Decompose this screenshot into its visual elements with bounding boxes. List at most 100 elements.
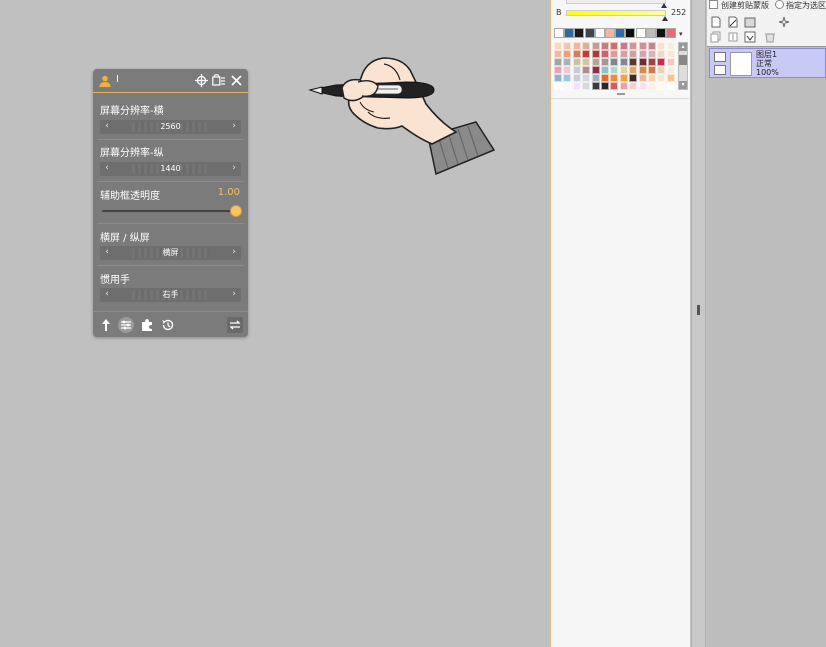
pencil-icon[interactable] (714, 65, 726, 75)
palette-swatch[interactable] (610, 82, 619, 90)
palette-swatch[interactable] (666, 50, 675, 58)
panel-resize-grip[interactable] (617, 93, 625, 95)
close-icon[interactable] (230, 74, 243, 87)
palette-swatch[interactable] (601, 74, 609, 82)
decrease-button[interactable]: ‹ (100, 246, 114, 260)
palette-swatch[interactable] (638, 74, 647, 82)
palette-swatch[interactable] (591, 50, 600, 58)
palette-swatch[interactable] (666, 74, 675, 82)
palette-swatch[interactable] (601, 58, 609, 66)
history-swatch[interactable] (615, 28, 626, 38)
palette-swatch[interactable] (572, 58, 581, 66)
palette-swatch[interactable] (648, 42, 656, 50)
select-area-radio[interactable] (775, 0, 784, 9)
merge-down-icon[interactable] (744, 31, 756, 43)
palette-swatch[interactable] (619, 42, 628, 50)
palette-swatch[interactable] (563, 66, 572, 74)
new-vector-icon[interactable] (727, 16, 739, 28)
scroll-up-button[interactable]: ▴ (679, 43, 687, 51)
palette-swatch[interactable] (666, 66, 675, 74)
palette-swatch[interactable] (572, 50, 581, 58)
crosshair-icon[interactable] (195, 74, 208, 87)
palette-scrollbar[interactable]: ▴ ▾ (678, 42, 688, 90)
increase-button[interactable]: › (227, 120, 241, 134)
panel-splitter[interactable] (691, 0, 706, 647)
palette-swatch[interactable] (638, 42, 647, 50)
palette-swatch[interactable] (638, 50, 647, 58)
history-swatch[interactable] (554, 28, 564, 38)
scroll-down-button[interactable]: ▾ (679, 81, 687, 89)
decrease-button[interactable]: ‹ (100, 120, 114, 134)
palette-swatch[interactable] (582, 58, 591, 66)
palette-swatch[interactable] (554, 74, 562, 82)
palette-swatch[interactable] (619, 58, 628, 66)
palette-swatch[interactable] (648, 58, 656, 66)
layer-effect-icon[interactable] (778, 16, 790, 28)
palette-swatch[interactable] (629, 82, 638, 90)
copy-layer-icon[interactable] (710, 31, 722, 43)
palette-swatch[interactable] (657, 82, 666, 90)
palette-swatch[interactable] (554, 58, 562, 66)
palette-swatch[interactable] (619, 74, 628, 82)
palette-swatch[interactable] (554, 42, 562, 50)
palette-swatch[interactable] (563, 74, 572, 82)
palette-swatch[interactable] (601, 66, 609, 74)
palette-swatch[interactable] (591, 74, 600, 82)
palette-swatch[interactable] (619, 82, 628, 90)
palette-swatch[interactable] (591, 42, 600, 50)
saturation-slider-marker[interactable] (661, 3, 667, 8)
palette-swatch[interactable] (666, 82, 675, 90)
increase-button[interactable]: › (227, 162, 241, 176)
palette-swatch[interactable] (610, 50, 619, 58)
palette-swatch[interactable] (601, 42, 609, 50)
palette-swatch[interactable] (610, 42, 619, 50)
palette-swatch[interactable] (638, 58, 647, 66)
palette-swatch[interactable] (629, 66, 638, 74)
delete-icon[interactable] (764, 31, 776, 43)
palette-swatch[interactable] (582, 74, 591, 82)
palette-swatch[interactable] (572, 74, 581, 82)
palette-swatch[interactable] (610, 66, 619, 74)
palette-swatch[interactable] (582, 50, 591, 58)
palette-swatch[interactable] (610, 58, 619, 66)
palette-swatch[interactable] (582, 66, 591, 74)
palette-swatch[interactable] (657, 74, 666, 82)
palette-swatch[interactable] (666, 58, 675, 66)
history-swatch[interactable] (656, 28, 666, 38)
merge-icon[interactable] (727, 31, 739, 43)
pointer-icon[interactable] (98, 317, 114, 333)
palette-swatch[interactable] (591, 66, 600, 74)
history-swatch[interactable] (625, 28, 636, 38)
history-swatch[interactable] (645, 28, 656, 38)
palette-swatch[interactable] (572, 42, 581, 50)
palette-swatch[interactable] (563, 42, 572, 50)
history-icon[interactable] (160, 317, 176, 333)
layer-row[interactable]: 图层1 正常 100% (709, 48, 826, 78)
palette-swatch[interactable] (554, 66, 562, 74)
palette-swatch[interactable] (629, 42, 638, 50)
palette-swatch[interactable] (591, 82, 600, 90)
palette-swatch[interactable] (619, 66, 628, 74)
history-dropdown-button[interactable]: ▾ (679, 30, 683, 38)
palette-swatch[interactable] (572, 82, 581, 90)
clip-mask-checkbox[interactable] (709, 0, 718, 9)
scroll-thumb[interactable] (679, 55, 687, 65)
palette-swatch[interactable] (648, 66, 656, 74)
palette-swatch[interactable] (657, 50, 666, 58)
eye-icon[interactable] (714, 52, 726, 62)
opacity-slider-knob[interactable] (230, 205, 242, 217)
history-swatch[interactable] (594, 28, 605, 38)
palette-swatch[interactable] (648, 74, 656, 82)
window-list-icon[interactable] (212, 74, 225, 87)
palette-swatch[interactable] (629, 50, 638, 58)
history-swatch[interactable] (605, 28, 615, 38)
palette-swatch[interactable] (619, 50, 628, 58)
palette-swatch[interactable] (648, 50, 656, 58)
palette-swatch[interactable] (582, 82, 591, 90)
palette-swatch[interactable] (638, 82, 647, 90)
decrease-button[interactable]: ‹ (100, 288, 114, 302)
palette-swatch[interactable] (657, 42, 666, 50)
palette-swatch[interactable] (657, 66, 666, 74)
palette-swatch[interactable] (591, 58, 600, 66)
palette-swatch[interactable] (563, 50, 572, 58)
